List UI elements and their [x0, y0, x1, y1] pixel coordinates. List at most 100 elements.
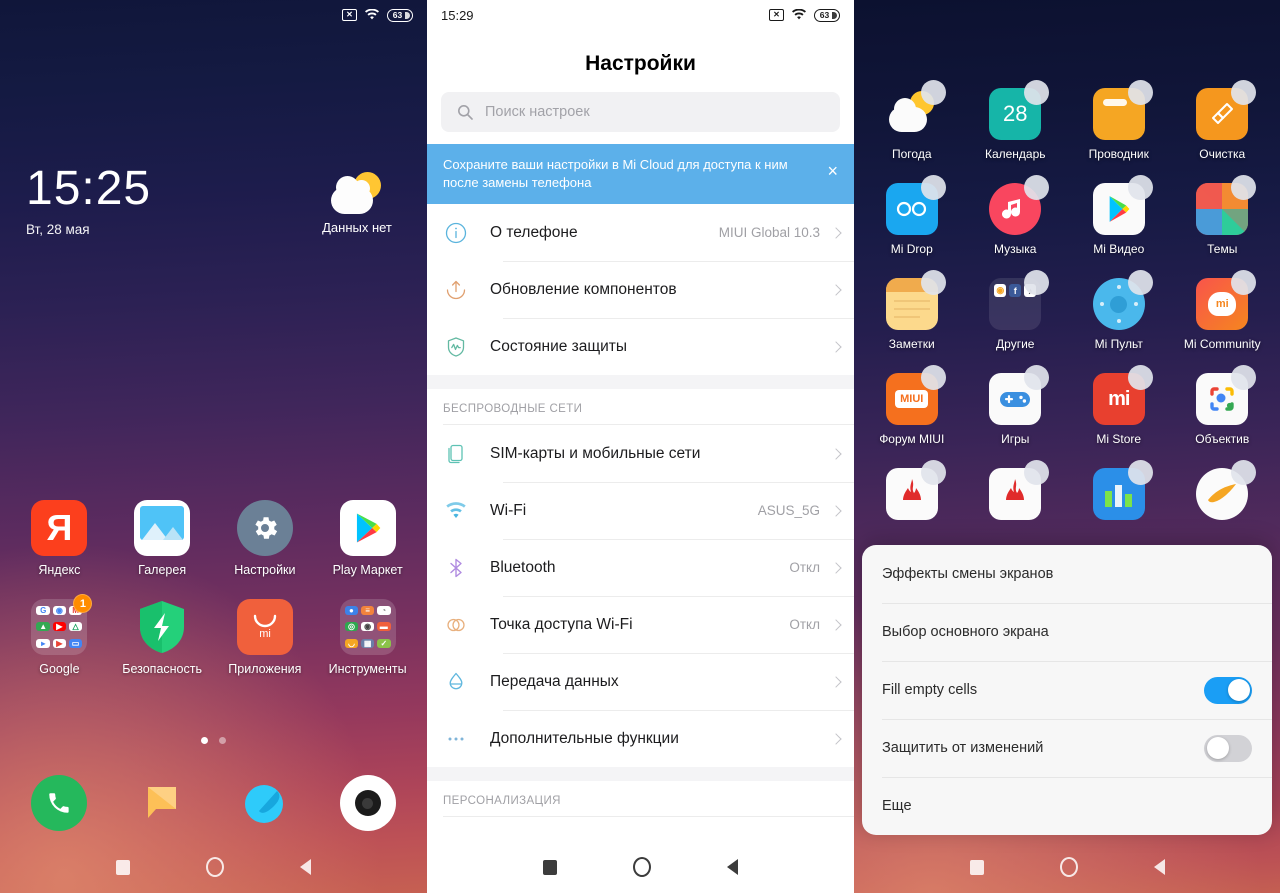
home-icon[interactable]	[206, 857, 224, 877]
recents-icon[interactable]	[116, 859, 130, 875]
security-shield-icon	[134, 599, 190, 655]
drawer-app-partial-4[interactable]	[1171, 460, 1275, 520]
weather-status: Данных нет	[322, 220, 392, 235]
select-check-icon[interactable]	[920, 365, 946, 390]
home-icon[interactable]	[633, 857, 651, 877]
yandex-icon: Я	[31, 500, 88, 556]
drawer-app-mi-video[interactable]: Mi Видео	[1067, 175, 1171, 256]
select-check-icon[interactable]	[1127, 460, 1153, 485]
popup-row-more[interactable]: Еще	[862, 777, 1272, 835]
app-label: Календарь	[984, 147, 1046, 161]
drawer-app-mi-remote[interactable]: Mi Пульт	[1067, 270, 1171, 351]
drawer-app-others-folder[interactable]: ◉ f ♪ Другие	[964, 270, 1068, 351]
popup-label: Защитить от изменений	[882, 740, 1044, 756]
drawer-app-calendar[interactable]: 28 Календарь	[964, 80, 1068, 161]
app-google-folder[interactable]: G ◉ M ▲ ▶ △ ▸ ▶ ▭ 1 Google	[8, 594, 111, 676]
clock-widget[interactable]: 15:25 Вт, 28 мая	[26, 165, 151, 238]
drawer-app-google-lens[interactable]: Объектив	[1171, 365, 1275, 446]
settings-row-component-update[interactable]: Обновление компонентов	[427, 261, 854, 318]
drawer-app-partial-1[interactable]	[860, 460, 964, 520]
select-check-icon[interactable]	[1231, 460, 1257, 485]
select-check-icon[interactable]	[1231, 80, 1257, 105]
drawer-app-notes[interactable]: Заметки	[860, 270, 964, 351]
mi-cloud-banner[interactable]: Сохраните ваши настройки в Mi Cloud для …	[427, 144, 854, 205]
drawer-app-mi-drop[interactable]: Mi Drop	[860, 175, 964, 256]
drawer-app-games[interactable]: Игры	[964, 365, 1068, 446]
drawer-app-partial-2[interactable]	[964, 460, 1068, 520]
select-check-icon[interactable]	[1127, 270, 1153, 295]
app-tools-folder[interactable]: ● ≡ ◔ ◎ ◉ ▬ ◡ ▦ ✓ Инструменты	[316, 599, 419, 676]
dock-phone[interactable]	[8, 775, 111, 831]
select-check-icon[interactable]	[1024, 365, 1050, 390]
select-check-icon[interactable]	[1231, 270, 1257, 295]
dock-camera[interactable]	[316, 775, 419, 831]
home-icon[interactable]	[1059, 857, 1078, 877]
dock-messages[interactable]	[111, 775, 214, 831]
back-icon[interactable]	[300, 859, 311, 875]
page-dot[interactable]	[219, 737, 226, 744]
select-check-icon[interactable]	[920, 175, 946, 200]
app-drawer-panel: Погода 28 Календарь Проводник Очистка Mi…	[854, 0, 1280, 893]
drawer-app-mi-store[interactable]: mi Mi Store	[1067, 365, 1171, 446]
app-label: Инструменты	[328, 662, 407, 676]
settings-row-sim-cards[interactable]: SIM-карты и мобильные сети	[427, 425, 854, 482]
chevron-right-icon	[830, 504, 842, 517]
back-icon[interactable]	[727, 859, 738, 875]
settings-row-additional-features[interactable]: Дополнительные функции	[427, 710, 854, 767]
page-indicator[interactable]	[0, 737, 427, 744]
app-mi-apps[interactable]: mi Приложения	[214, 599, 317, 676]
settings-row-about-phone[interactable]: О телефоне MIUI Global 10.3	[427, 204, 854, 261]
miui-forum-text: MIUI	[895, 390, 929, 408]
row-label: Точка доступа Wi-Fi	[490, 615, 633, 633]
select-check-icon[interactable]	[1024, 270, 1050, 295]
fill-empty-cells-toggle[interactable]	[1204, 676, 1252, 704]
settings-row-hotspot[interactable]: Точка доступа Wi-Fi Откл	[427, 596, 854, 653]
close-icon[interactable]: ×	[827, 156, 838, 180]
select-check-icon[interactable]	[920, 270, 946, 295]
select-check-icon[interactable]	[1024, 175, 1050, 200]
search-icon	[457, 104, 473, 120]
settings-row-security-status[interactable]: Состояние защиты	[427, 318, 854, 375]
app-yandex[interactable]: Я Яндекс	[8, 500, 111, 577]
popup-row-lock-layout[interactable]: Защитить от изменений	[862, 719, 1272, 777]
drawer-app-cleaner[interactable]: Очистка	[1171, 80, 1275, 161]
wallpaper	[0, 0, 427, 893]
drawer-app-weather[interactable]: Погода	[860, 80, 964, 161]
dock-browser[interactable]	[214, 775, 317, 831]
section-divider	[427, 375, 854, 390]
app-security[interactable]: Безопасность	[111, 599, 214, 676]
app-gallery[interactable]: Галерея	[111, 500, 214, 577]
lock-layout-toggle[interactable]	[1204, 734, 1252, 762]
select-check-icon[interactable]	[920, 460, 946, 485]
search-input[interactable]: Поиск настроек	[441, 92, 840, 132]
drawer-app-mi-community[interactable]: mi Mi Community	[1171, 270, 1275, 351]
page-dot[interactable]	[201, 737, 208, 744]
weather-widget[interactable]: Данных нет	[305, 172, 409, 235]
drawer-app-themes[interactable]: Темы	[1171, 175, 1275, 256]
recents-icon[interactable]	[969, 859, 984, 875]
popup-row-default-screen[interactable]: Выбор основного экрана	[862, 603, 1272, 661]
select-check-icon[interactable]	[920, 80, 946, 105]
drawer-app-miui-forum[interactable]: MIUI Форум MIUI	[860, 365, 964, 446]
popup-row-screen-effects[interactable]: Эффекты смены экранов	[862, 545, 1272, 603]
recents-icon[interactable]	[543, 859, 557, 875]
settings-row-data-usage[interactable]: Передача данных	[427, 653, 854, 710]
popup-label: Fill empty cells	[882, 682, 978, 698]
select-check-icon[interactable]	[1127, 80, 1153, 105]
settings-row-wifi[interactable]: Wi-Fi ASUS_5G	[427, 482, 854, 539]
select-check-icon[interactable]	[1024, 460, 1050, 485]
app-play-store[interactable]: Play Маркет	[316, 500, 419, 577]
drawer-app-file-explorer[interactable]: Проводник	[1067, 80, 1171, 161]
popup-row-fill-empty-cells[interactable]: Fill empty cells	[862, 661, 1272, 719]
select-check-icon[interactable]	[1231, 175, 1257, 200]
select-check-icon[interactable]	[1231, 365, 1257, 390]
app-settings[interactable]: Настройки	[214, 500, 317, 577]
select-check-icon[interactable]	[1127, 175, 1153, 200]
settings-row-bluetooth[interactable]: Bluetooth Откл	[427, 539, 854, 596]
update-arrow-icon	[443, 277, 469, 303]
back-icon[interactable]	[1153, 859, 1165, 875]
drawer-app-music[interactable]: Музыка	[964, 175, 1068, 256]
select-check-icon[interactable]	[1127, 365, 1153, 390]
drawer-app-partial-3[interactable]	[1067, 460, 1171, 520]
select-check-icon[interactable]	[1024, 80, 1050, 105]
